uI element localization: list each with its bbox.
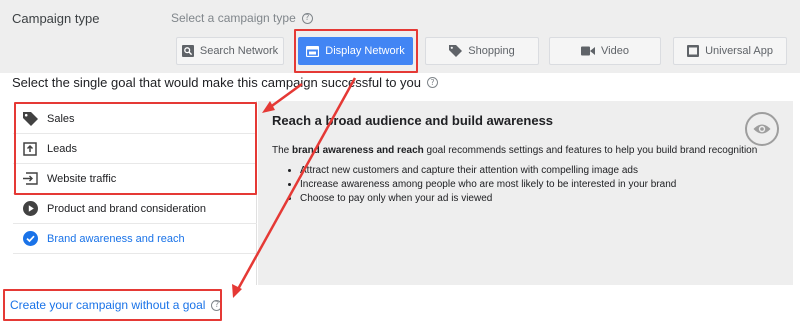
annotation-arrow-to-no-goal bbox=[232, 77, 357, 298]
annotation-arrows bbox=[232, 77, 357, 298]
annotation-arrow-to-goals bbox=[262, 82, 303, 113]
